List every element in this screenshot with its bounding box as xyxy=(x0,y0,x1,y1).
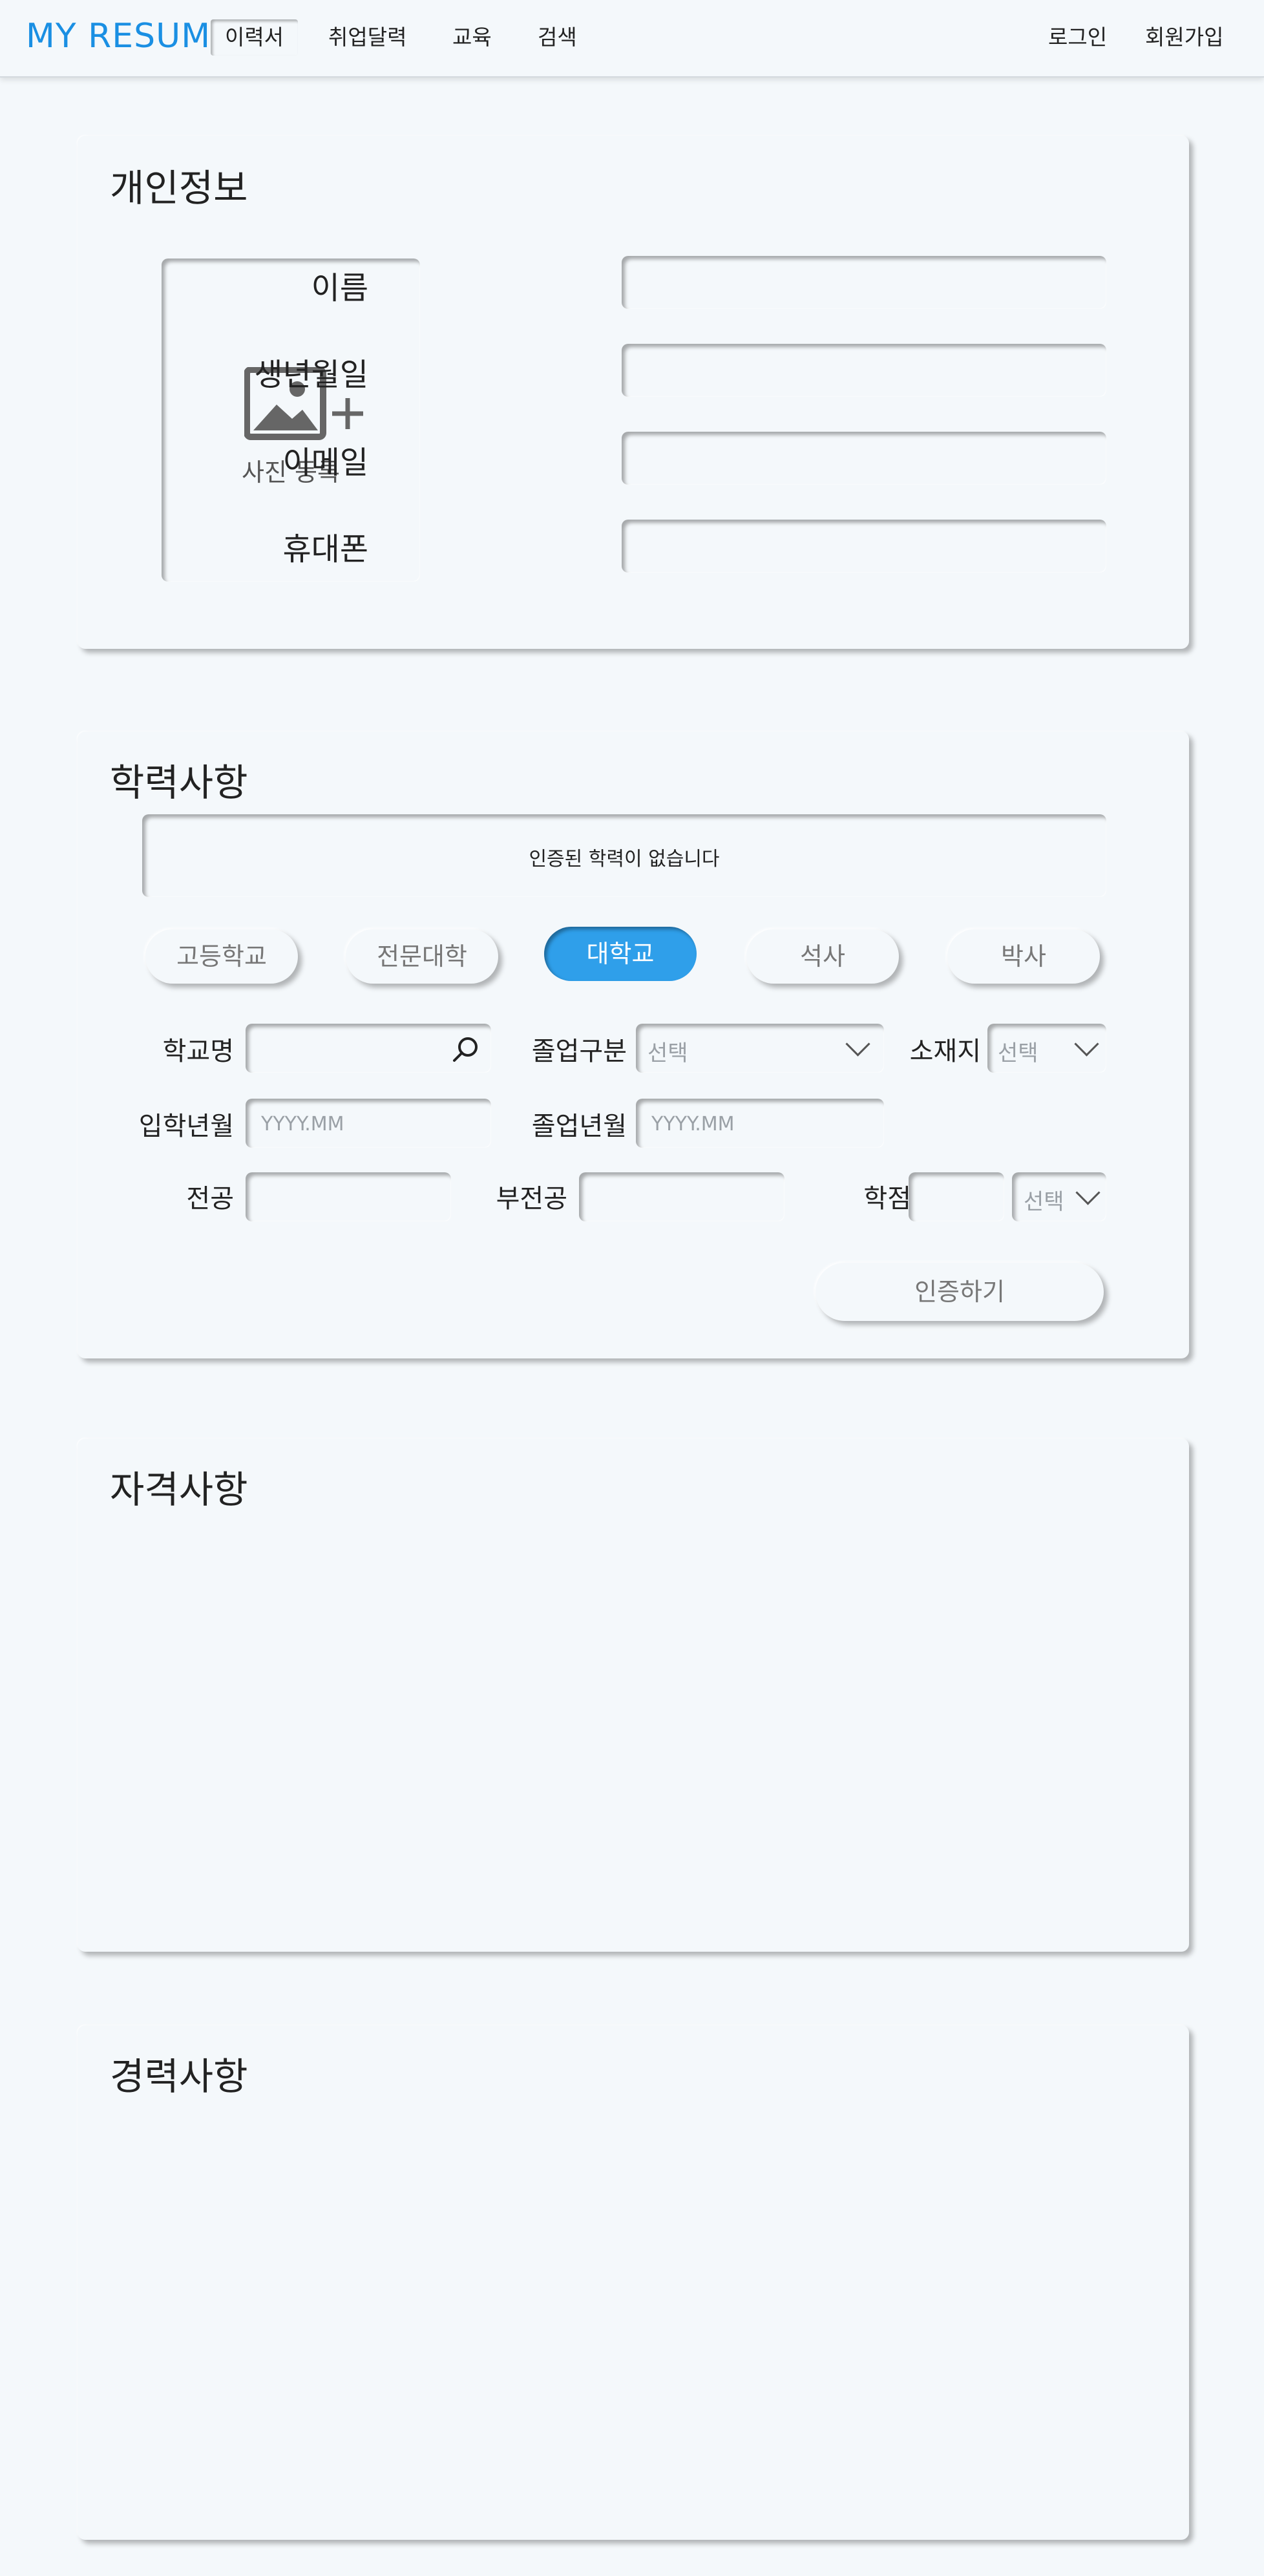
certifications-card: 자격사항 xyxy=(78,1439,1189,1952)
email-input[interactable] xyxy=(622,432,1106,485)
gpa-scale-value: 선택 xyxy=(1024,1189,1064,1215)
name-input[interactable] xyxy=(622,256,1106,309)
level-highschool-button[interactable]: 고등학교 xyxy=(145,929,298,984)
minor-input[interactable] xyxy=(579,1172,785,1221)
gpa-input[interactable] xyxy=(909,1172,1004,1221)
education-status-box: 인증된 학력이 없습니다 xyxy=(142,814,1106,897)
top-nav: MY RESUM 이력서 취업달력 교육 검색 로그인 회원가입 xyxy=(0,0,1264,78)
career-title: 경력사항 xyxy=(110,2054,248,2098)
tab-resume[interactable]: 이력서 xyxy=(211,19,298,56)
tab-search[interactable]: 검색 xyxy=(538,19,577,56)
gpa-scale-select[interactable]: 선택 xyxy=(1012,1172,1106,1221)
chevron-down-icon xyxy=(845,1031,870,1057)
grad-type-value: 선택 xyxy=(648,1040,688,1066)
tab-education[interactable]: 교육 xyxy=(452,19,492,56)
location-select[interactable]: 선택 xyxy=(987,1024,1106,1073)
entry-date-input[interactable]: YYYY.MM xyxy=(246,1099,491,1148)
major-input[interactable] xyxy=(246,1172,451,1221)
grad-date-input[interactable]: YYYY.MM xyxy=(636,1099,884,1148)
certifications-title: 자격사항 xyxy=(110,1468,248,1512)
education-card: 학력사항 인증된 학력이 없습니다 고등학교 전문대학 대학교 석사 박사 학교… xyxy=(78,732,1189,1358)
personal-info-card: 개인정보 사진 등록 이름 생년월일 이메일 휴대폰 xyxy=(78,136,1189,649)
minor-label: 부전공 xyxy=(496,1184,567,1214)
school-name-input[interactable] xyxy=(246,1024,491,1073)
location-value: 선택 xyxy=(998,1040,1038,1066)
career-card: 경력사항 xyxy=(78,2025,1189,2540)
level-doctor-button[interactable]: 박사 xyxy=(947,929,1100,984)
birthdate-input[interactable] xyxy=(622,344,1106,397)
level-master-button[interactable]: 석사 xyxy=(746,929,899,984)
major-label: 전공 xyxy=(186,1184,234,1214)
level-college-button[interactable]: 전문대학 xyxy=(346,929,498,984)
signup-link[interactable]: 회원가입 xyxy=(1145,19,1223,56)
school-name-label: 학교명 xyxy=(162,1037,234,1066)
entry-date-placeholder: YYYY.MM xyxy=(261,1113,344,1135)
phone-label: 휴대폰 xyxy=(282,531,368,567)
name-label: 이름 xyxy=(311,270,368,306)
chevron-down-icon xyxy=(1074,1031,1099,1057)
chevron-down-icon xyxy=(1075,1180,1101,1205)
grad-type-label: 졸업구분 xyxy=(531,1037,627,1066)
birthdate-label: 생년월일 xyxy=(254,357,368,393)
entry-date-label: 입학년월 xyxy=(138,1112,234,1141)
gpa-label: 학점 xyxy=(863,1184,911,1214)
personal-info-title: 개인정보 xyxy=(110,166,248,210)
login-link[interactable]: 로그인 xyxy=(1048,19,1107,56)
grad-date-placeholder: YYYY.MM xyxy=(651,1113,735,1135)
brand-logo[interactable]: MY RESUM xyxy=(26,17,211,56)
education-title: 학력사항 xyxy=(110,761,248,805)
location-label: 소재지 xyxy=(909,1037,981,1066)
tab-job-calendar[interactable]: 취업달력 xyxy=(328,19,406,56)
phone-input[interactable] xyxy=(622,520,1106,573)
search-icon[interactable] xyxy=(451,1035,479,1064)
grad-type-select[interactable]: 선택 xyxy=(636,1024,884,1073)
grad-date-label: 졸업년월 xyxy=(531,1112,627,1141)
education-status-text: 인증된 학력이 없습니다 xyxy=(529,848,720,871)
level-university-button[interactable]: 대학교 xyxy=(544,927,697,981)
email-label: 이메일 xyxy=(282,445,368,481)
verify-button[interactable]: 인증하기 xyxy=(816,1263,1104,1321)
